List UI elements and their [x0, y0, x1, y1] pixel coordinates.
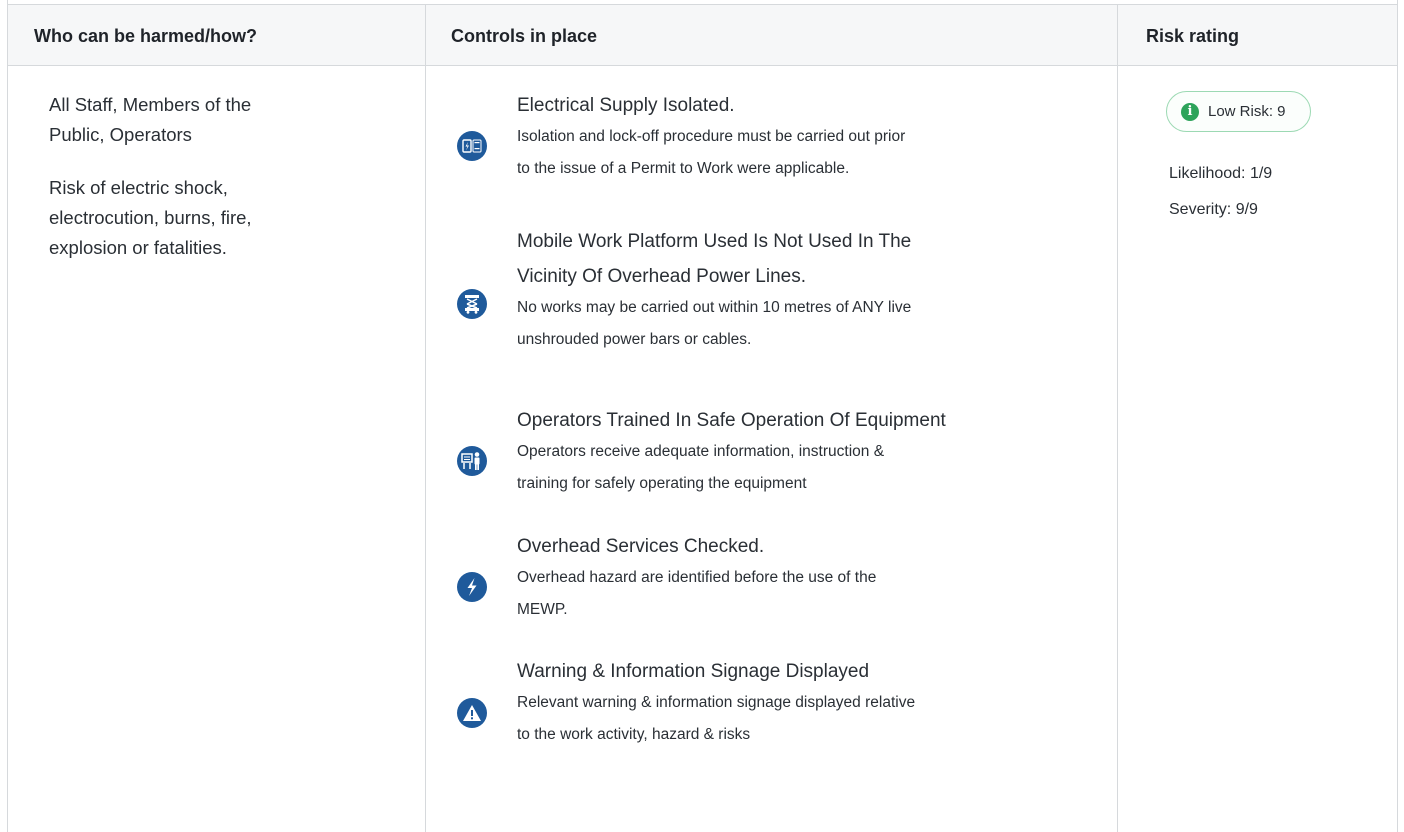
column-divider: [1117, 5, 1118, 832]
likelihood-value: Likelihood: 1/9: [1169, 165, 1273, 182]
severity-value: Severity: 9/9: [1169, 201, 1258, 218]
harm-description-line: Risk of electric shock,: [49, 177, 228, 198]
control-title: Electrical Supply Isolated.: [517, 95, 735, 116]
control-description: unshrouded power bars or cables.: [517, 331, 752, 348]
electrical-isolation-icon: [457, 131, 487, 161]
control-description: to the issue of a Permit to Work were ap…: [517, 160, 850, 177]
harm-description: Risk of electric shock, electrocution, b…: [49, 173, 339, 263]
header-who-harmed: Who can be harmed/how?: [34, 26, 258, 46]
control-description: Overhead hazard are identified before th…: [517, 569, 877, 586]
control-description: to the work activity, hazard & risks: [517, 726, 751, 743]
control-title: Warning & Information Signage Displayed: [517, 661, 870, 682]
column-divider: [425, 5, 426, 832]
header-controls: Controls in place: [451, 26, 598, 46]
control-description: MEWP.: [517, 601, 568, 618]
info-icon: i: [1181, 102, 1199, 121]
affected-people-line: All Staff, Members of the: [49, 94, 252, 115]
control-title: Operators Trained In Safe Operation Of E…: [517, 410, 946, 431]
control-title: Overhead Services Checked.: [517, 536, 765, 557]
control-item: Operators Trained In Safe Operation Of E…: [517, 405, 1077, 500]
control-title: Vicinity Of Overhead Power Lines.: [517, 266, 807, 287]
mobile-platform-icon: [457, 289, 487, 319]
affected-people: All Staff, Members of the Public, Operat…: [49, 90, 339, 150]
control-description: Operators receive adequate information, …: [517, 443, 885, 460]
control-description: No works may be carried out within 10 me…: [517, 299, 912, 316]
header-risk-rating: Risk rating: [1146, 26, 1240, 46]
lightning-icon: [457, 572, 487, 602]
control-description: Isolation and lock-off procedure must be…: [517, 128, 906, 145]
harm-description-line: electrocution, burns, fire,: [49, 207, 252, 228]
control-title: Mobile Work Platform Used Is Not Used In…: [517, 231, 912, 252]
affected-people-line: Public, Operators: [49, 124, 192, 145]
control-item: Warning & Information Signage Displayed …: [517, 656, 1077, 751]
control-description: Relevant warning & information signage d…: [517, 694, 916, 711]
control-description: training for safely operating the equipm…: [517, 475, 807, 492]
risk-badge: i Low Risk: 9: [1166, 91, 1311, 132]
warning-triangle-icon: [457, 698, 487, 728]
control-item: Mobile Work Platform Used Is Not Used In…: [517, 226, 1077, 356]
risk-badge-label: Low Risk: 9: [1208, 103, 1286, 120]
control-item: Electrical Supply Isolated. Isolation an…: [517, 90, 1077, 185]
control-item: Overhead Services Checked. Overhead haza…: [517, 531, 1077, 626]
harm-description-line: explosion or fatalities.: [49, 237, 227, 258]
training-icon: [457, 446, 487, 476]
